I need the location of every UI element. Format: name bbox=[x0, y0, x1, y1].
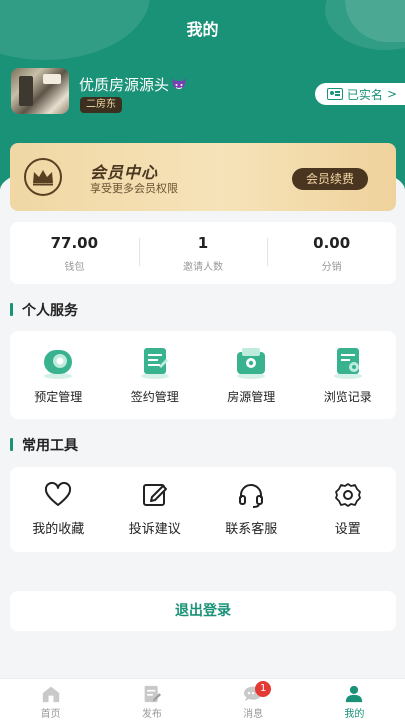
tool-label: 设置 bbox=[334, 522, 361, 537]
listing-icon bbox=[237, 347, 266, 379]
username: 优质房源源头 bbox=[79, 74, 187, 95]
tab-label: 发布 bbox=[141, 709, 162, 720]
tab-label: 我的 bbox=[344, 709, 365, 720]
stat-value: 0.00 bbox=[313, 233, 351, 252]
edit-icon bbox=[142, 484, 167, 506]
section-title-common-tools: 常用工具 bbox=[10, 435, 78, 455]
section-title-personal-services: 个人服务 bbox=[10, 300, 78, 320]
renew-membership-button[interactable]: 会员续费 bbox=[291, 168, 368, 190]
username-text: 优质房源源头 bbox=[79, 76, 170, 94]
user-icon bbox=[346, 685, 363, 703]
tab-home[interactable]: 首页 bbox=[0, 679, 101, 720]
service-booking[interactable]: 预定管理 bbox=[10, 331, 107, 419]
page-title: 我的 bbox=[186, 20, 219, 39]
verified-label: 已实名 bbox=[346, 87, 383, 102]
stat-distribution[interactable]: 0.00 分销 bbox=[267, 222, 396, 284]
bottom-tab-bar: 首页 发布 1 消息 我的 bbox=[0, 678, 405, 720]
role-badge: 二房东 bbox=[80, 97, 122, 113]
service-label: 房源管理 bbox=[227, 389, 276, 404]
tool-settings[interactable]: 设置 bbox=[300, 467, 397, 552]
history-icon bbox=[333, 347, 362, 379]
stat-wallet[interactable]: 77.00 钱包 bbox=[10, 222, 139, 284]
unread-badge: 1 bbox=[255, 681, 272, 697]
common-tools-card: 我的收藏 投诉建议 联系客服 设置 bbox=[10, 467, 396, 552]
tab-profile[interactable]: 我的 bbox=[304, 679, 405, 720]
tool-label: 联系客服 bbox=[225, 522, 278, 537]
personal-services-card: 预定管理 签约管理 房源管理 浏览记录 bbox=[10, 331, 396, 419]
tab-label: 消息 bbox=[243, 709, 264, 720]
logout-button[interactable]: 退出登录 bbox=[10, 591, 396, 631]
service-listing[interactable]: 房源管理 bbox=[203, 331, 300, 419]
service-contract[interactable]: 签约管理 bbox=[107, 331, 204, 419]
avatar[interactable] bbox=[11, 68, 69, 114]
contract-icon bbox=[140, 347, 169, 379]
vip-subtitle: 享受更多会员权限 bbox=[90, 182, 178, 195]
chevron-right-icon: > bbox=[386, 87, 397, 101]
stat-label: 邀请人数 bbox=[183, 261, 223, 273]
heart-icon bbox=[45, 482, 72, 506]
stat-label: 分销 bbox=[321, 261, 342, 273]
publish-icon bbox=[144, 685, 161, 703]
tool-complaint[interactable]: 投诉建议 bbox=[107, 467, 204, 552]
verified-badge-button[interactable]: 已实名 > bbox=[314, 83, 405, 105]
tab-messages[interactable]: 1 消息 bbox=[203, 679, 304, 720]
vip-center-card[interactable]: 会员中心 享受更多会员权限 会员续费 bbox=[10, 143, 396, 211]
tool-label: 投诉建议 bbox=[128, 522, 181, 537]
devil-emoji-icon bbox=[172, 78, 187, 89]
gear-icon bbox=[334, 483, 361, 507]
stats-card: 77.00 钱包 1 邀请人数 0.00 分销 bbox=[10, 222, 396, 284]
tab-label: 首页 bbox=[40, 709, 61, 720]
tool-label: 我的收藏 bbox=[32, 522, 85, 537]
stat-value: 77.00 bbox=[50, 233, 99, 252]
tab-publish[interactable]: 发布 bbox=[101, 679, 202, 720]
service-history[interactable]: 浏览记录 bbox=[300, 331, 397, 419]
headset-icon bbox=[239, 484, 264, 508]
service-label: 预定管理 bbox=[34, 389, 83, 404]
tool-support[interactable]: 联系客服 bbox=[203, 467, 300, 552]
home-icon bbox=[42, 686, 59, 703]
id-card-icon bbox=[326, 88, 343, 100]
stat-invites[interactable]: 1 邀请人数 bbox=[138, 222, 268, 284]
service-label: 签约管理 bbox=[130, 389, 179, 404]
stat-value: 1 bbox=[197, 233, 209, 252]
booking-icon bbox=[44, 349, 73, 379]
crown-icon bbox=[24, 158, 62, 196]
service-label: 浏览记录 bbox=[323, 389, 372, 404]
stat-label: 钱包 bbox=[64, 261, 85, 273]
tool-favorites[interactable]: 我的收藏 bbox=[10, 467, 107, 552]
